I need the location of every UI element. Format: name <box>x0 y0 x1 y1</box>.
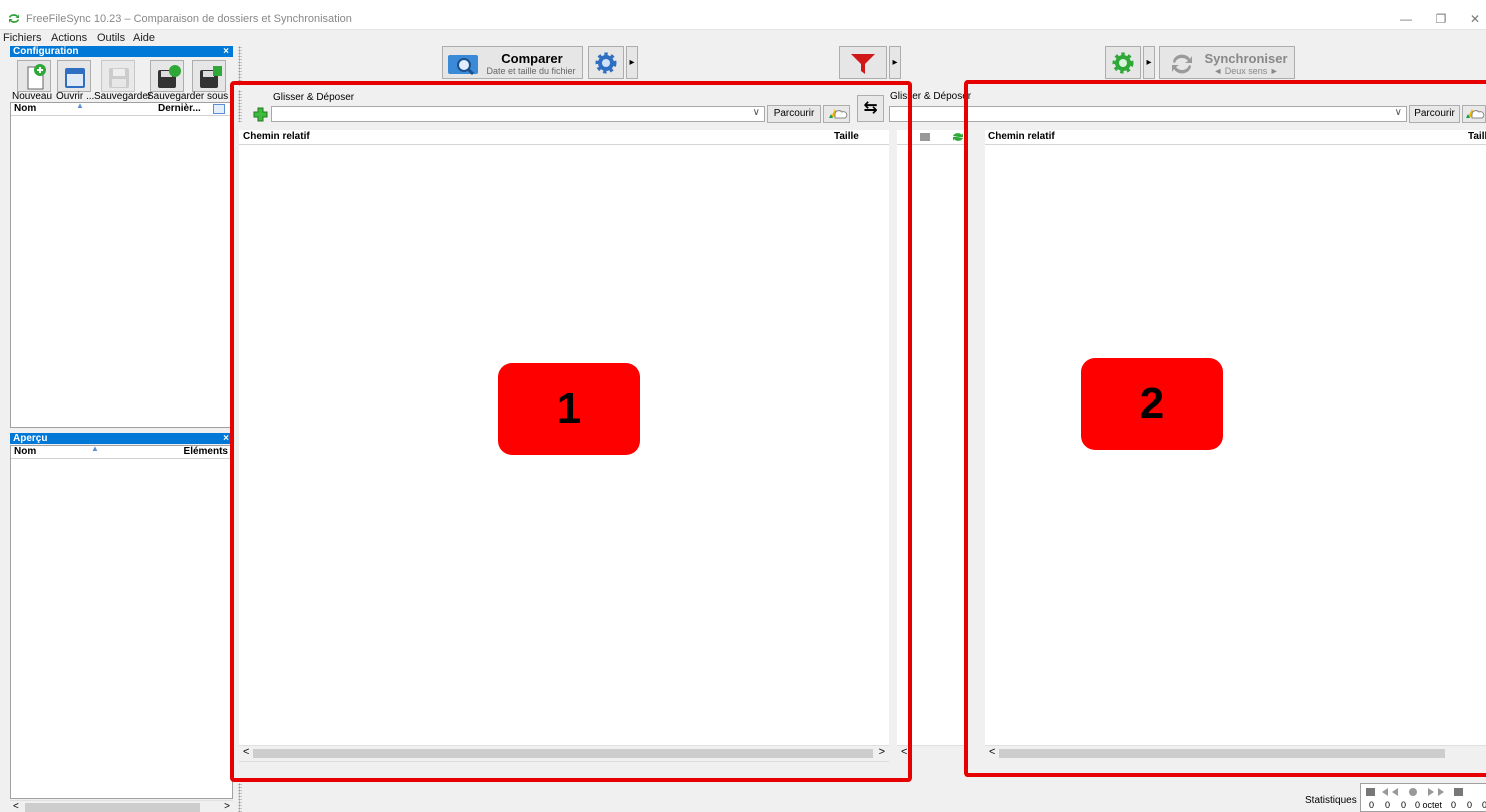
sync-dropdown-button[interactable]: ▸ <box>1143 46 1155 79</box>
compare-dropdown-button[interactable]: ▸ <box>626 46 638 79</box>
configuration-title-text: Configuration <box>13 46 79 57</box>
close-overview-panel-button[interactable]: × <box>223 433 229 444</box>
sync-variant: ◄ Deux sens ► <box>1213 66 1279 76</box>
column-settings-icon[interactable] <box>213 104 225 114</box>
statistics-icons <box>1366 788 1463 796</box>
menu-actions[interactable]: Actions <box>51 32 87 44</box>
configuration-panel-title: Configuration × <box>10 46 233 57</box>
stat-delete-right: 0 <box>1482 800 1486 810</box>
column-name[interactable]: Nom <box>14 103 36 115</box>
callout-badge-2: 2 <box>1081 358 1223 450</box>
filter-funnel-icon <box>851 54 875 74</box>
configuration-list[interactable]: Nom ▲ Dernièr... <box>10 101 233 428</box>
stat-create-left: 0 <box>1369 800 1375 810</box>
configuration-list-header: Nom ▲ Dernièr... <box>11 101 232 116</box>
callout-badge-1: 1 <box>498 363 640 455</box>
stat-data-volume: 0 octet <box>1415 800 1443 810</box>
stat-update-right: 0 <box>1467 800 1473 810</box>
statistics-label: Statistiques : <box>1305 795 1363 806</box>
overview-list[interactable]: Nom ▲ Eléments <box>10 444 233 799</box>
overview-column-name[interactable]: Nom <box>14 446 36 458</box>
menu-fichiers[interactable]: Fichiers <box>3 32 42 44</box>
statistics-box: 0 0 0 0 octet 0 0 0 <box>1360 783 1486 812</box>
close-window-button[interactable]: ✕ <box>1468 12 1482 26</box>
overview-title-text: Aperçu <box>13 433 48 444</box>
save-config-label: Sauvegarder <box>94 91 152 102</box>
synchronize-button[interactable]: Synchroniser ◄ Deux sens ► <box>1159 46 1295 79</box>
new-config-icon <box>27 64 46 90</box>
checkbox-column-icon[interactable] <box>920 133 930 141</box>
save-config-button[interactable] <box>101 60 135 92</box>
window-title: FreeFileSync 10.23 – Comparaison de doss… <box>26 13 352 25</box>
right-pane-highlight-frame <box>964 80 1486 777</box>
compare-variant: Date et taille du fichier <box>486 66 576 76</box>
title-bar: FreeFileSync 10.23 – Comparaison de doss… <box>0 0 1486 30</box>
menu-aide[interactable]: Aide <box>133 32 155 44</box>
stat-create-right: 0 <box>1451 800 1457 810</box>
save-batch-icon <box>200 66 222 88</box>
gear-icon <box>595 52 617 74</box>
stat-delete-left: 0 <box>1401 800 1407 810</box>
sync-gear-icon <box>1112 52 1134 74</box>
overview-panel-title: Aperçu × <box>10 433 233 445</box>
compare-title: Comparer <box>501 51 563 66</box>
sync-settings-button[interactable] <box>1105 46 1141 79</box>
column-last-sync[interactable]: Dernièr... <box>158 103 201 115</box>
open-config-icon <box>65 68 85 88</box>
scroll-left-arrow[interactable]: < <box>13 801 19 812</box>
freefilesync-app-icon <box>9 14 19 23</box>
open-config-button[interactable] <box>57 60 91 92</box>
overview-list-header: Nom ▲ Eléments <box>11 444 232 459</box>
sort-asc-icon: ▲ <box>76 101 84 110</box>
save-config-icon <box>109 68 129 88</box>
new-config-label: Nouveau <box>12 91 53 102</box>
status-grip[interactable] <box>238 783 242 812</box>
filter-dropdown-button[interactable]: ▸ <box>889 46 901 79</box>
compare-button[interactable]: Comparer Date et taille du fichier <box>442 46 583 79</box>
save-batch-button[interactable] <box>192 60 226 92</box>
overview-column-items[interactable]: Eléments <box>184 446 228 458</box>
overview-sort-asc-icon: ▲ <box>91 444 99 453</box>
save-as-config-button[interactable] <box>150 60 184 92</box>
menu-outils[interactable]: Outils <box>97 32 125 44</box>
toolbar-grip[interactable] <box>238 46 242 86</box>
sync-direction-column-icon[interactable] <box>952 131 964 143</box>
save-as-config-label: Sauvegarder sous ... <box>147 91 229 102</box>
compare-folder-icon <box>448 55 478 76</box>
minimize-button[interactable]: — <box>1399 12 1413 26</box>
new-config-button[interactable] <box>17 60 51 92</box>
compare-settings-button[interactable] <box>588 46 624 79</box>
scroll-right-arrow[interactable]: > <box>224 801 230 812</box>
overview-hscrollbar[interactable]: < > <box>10 800 233 812</box>
restore-button[interactable]: ❐ <box>1434 12 1448 26</box>
save-as-config-icon <box>158 65 181 88</box>
scrollbar-thumb[interactable] <box>25 803 200 812</box>
sync-arrows-icon <box>1172 54 1192 74</box>
filter-button[interactable] <box>839 46 887 79</box>
stat-update-left: 0 <box>1385 800 1391 810</box>
close-configuration-panel-button[interactable]: × <box>223 46 229 57</box>
synchronize-title: Synchroniser <box>1204 51 1288 66</box>
